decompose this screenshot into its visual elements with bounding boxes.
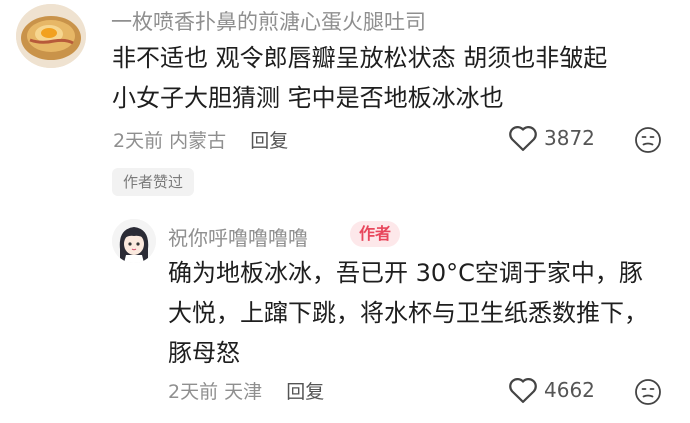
toast-avatar-image [16,4,86,68]
comment-reply-button[interactable]: 回复 [250,130,288,152]
liked-by-author-tag: 作者赞过 [112,168,195,196]
replier-username[interactable]: 祝你呼噜噜噜噜 [168,222,308,251]
reply-like-count: 4662 [544,378,595,402]
comment-location: 内蒙古 [169,130,227,152]
comment-line-1: 非不适也 观令郎唇瓣呈放松状态 胡须也非皱起 [112,44,608,72]
unhappy-face-icon [635,127,661,153]
commenter-username[interactable]: 一枚喷香扑鼻的煎溏心蛋火腿吐司 [111,6,426,36]
unhappy-face-icon [635,379,661,405]
comment-like-button[interactable]: 3872 [508,124,595,152]
anime-girl-avatar-image [112,219,156,263]
avatar-replier[interactable] [112,219,156,263]
comment-time: 2天前 [113,130,164,152]
comment-like-count: 3872 [544,126,595,150]
comment-dislike-button[interactable] [634,126,662,154]
comment-meta: 2天前 内蒙古 回复 [113,126,288,153]
reply-like-button[interactable]: 4662 [508,376,595,404]
reply-location: 天津 [224,381,263,403]
reply-reply-button[interactable]: 回复 [286,381,324,403]
author-badge: 作者 [350,221,401,247]
reply-time: 2天前 [168,381,219,403]
comment-line-2: 小女子大胆猜测 宅中是否地板冰冰也 [112,84,504,112]
reply-meta: 2天前 天津 回复 [168,377,324,404]
heart-outline-icon [509,377,537,403]
avatar-commenter[interactable] [16,4,86,68]
reply-dislike-button[interactable] [634,378,662,406]
comment-text: 非不适也 观令郎唇瓣呈放松状态 胡须也非皱起 小女子大胆猜测 宅中是否地板冰冰也 [112,38,682,118]
reply-text: 确为地板冰冰，吾已开 30°C空调于家中，豚大悦，上蹿下跳，将水杯与卫生纸悉数推… [168,259,648,367]
heart-outline-icon [509,125,537,151]
